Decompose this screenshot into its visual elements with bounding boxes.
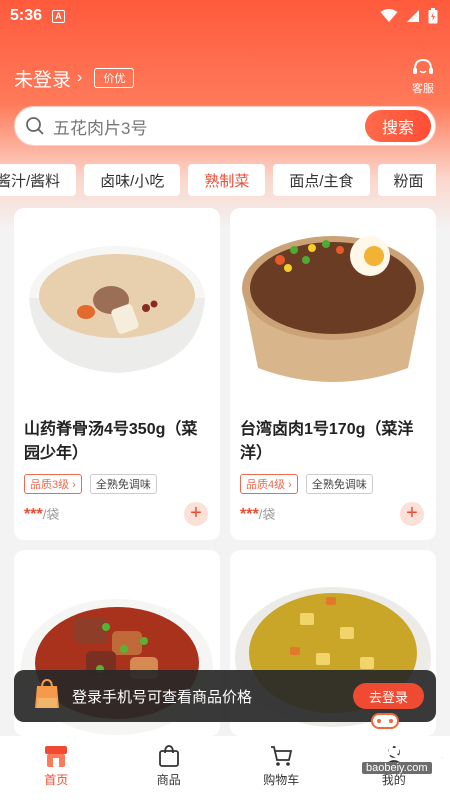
quality-tag[interactable]: 品质4级 › [240,474,298,494]
status-bar: 5:36 A [0,0,450,32]
tab-products-label: 商品 [156,773,181,787]
login-prompt-text: 登录手机号可查看商品价格 [72,688,253,706]
category-tab-noodles[interactable]: 粉面 [377,164,436,196]
go-login-button[interactable]: 去登录 [352,683,424,709]
price-badge: 价优 [94,68,135,88]
header: 未登录 › 价优 客服 [14,58,436,98]
customer-service-button[interactable]: 客服 [410,58,436,96]
quality-tag-label: 品质4级 [246,479,286,491]
search-bar: 五花肉片3号 搜索 [14,106,436,146]
chevron-right-icon[interactable]: › [77,69,82,87]
wifi-icon [380,9,398,22]
cart-icon [271,746,293,766]
product-name: 台湾卤肉1号170g（菜洋洋） [240,421,414,462]
watermark-logo: 宝贝游戏网 baobeiy.com [336,708,450,780]
customer-service-label: 客服 [412,83,434,95]
category-tab-pastry[interactable]: 面点/主食 [273,164,370,196]
price-unit: /袋 [42,507,60,522]
tab-cart-label: 购物车 [263,773,300,787]
product-name: 山药脊骨汤4号350g（菜园少年） [24,421,198,462]
add-to-cart-button[interactable]: + [400,502,424,526]
price-unit: /袋 [258,507,276,522]
watermark-text: 宝贝游戏网 [357,737,450,763]
headset-icon [413,58,433,74]
product-image [14,208,220,408]
product-card[interactable]: 台湾卤肉1号170g（菜洋洋） 品质4级 › 全熟免调味 ***/袋 + [230,208,436,540]
category-tab-sauce[interactable]: 酱汁/酱料 [0,164,77,196]
signal-icon [407,10,419,22]
search-icon [26,117,44,135]
price-hidden: *** [24,506,43,523]
tab-products[interactable]: 商品 [113,736,226,800]
tab-home-label: 首页 [44,773,69,787]
quality-tag[interactable]: 品质3级 › [24,474,82,494]
bag-icon [158,745,179,767]
watermark-url: baobeiy.com [362,762,432,774]
battery-icon [428,8,438,24]
feature-tag: 全熟免调味 [89,474,157,494]
tab-cart[interactable]: 购物车 [225,736,338,800]
search-input[interactable]: 五花肉片3号 [53,114,365,139]
shopping-bag-icon [35,678,59,708]
a-notification-icon: A [52,9,66,23]
category-tab-cooked[interactable]: 熟制菜 [188,164,266,196]
product-image [230,208,436,408]
product-card[interactable]: 山药脊骨汤4号350g（菜园少年） 品质3级 › 全熟免调味 ***/袋 + [14,208,220,540]
feature-tag: 全熟免调味 [305,474,373,494]
status-time: 5:36 [10,7,43,24]
gamepad-icon [371,713,399,729]
price-hidden: *** [240,506,259,523]
tab-home[interactable]: 首页 [0,736,113,800]
category-tabs: 酱汁/酱料 卤味/小吃 熟制菜 面点/主食 粉面 [0,164,436,198]
login-link[interactable]: 未登录 [14,65,71,92]
search-button[interactable]: 搜索 [365,110,431,142]
add-to-cart-button[interactable]: + [184,502,208,526]
quality-tag-label: 品质3级 [30,479,70,491]
home-shop-icon [45,746,68,767]
category-tab-braised[interactable]: 卤味/小吃 [84,164,181,196]
